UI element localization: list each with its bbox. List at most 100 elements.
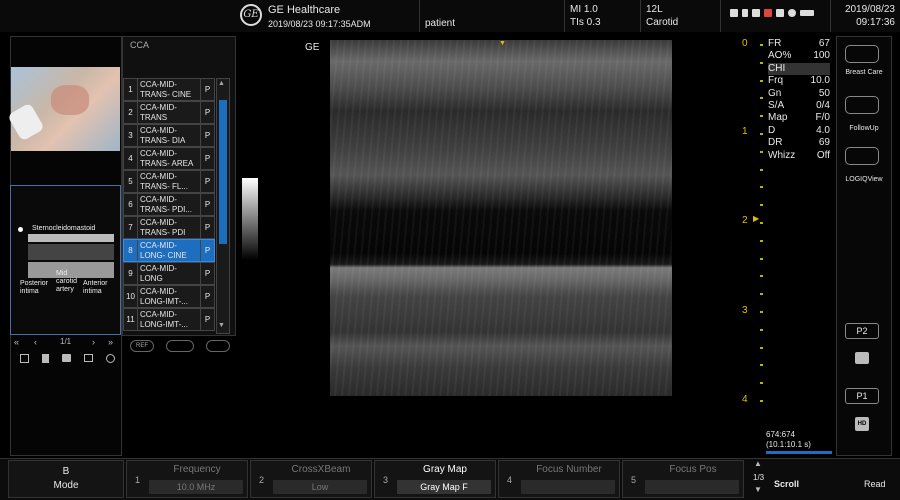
anatomy-thumbnail[interactable]: [7, 67, 120, 151]
param-value: F/0: [815, 112, 830, 124]
scroll-down-icon[interactable]: ▼: [218, 322, 225, 329]
protocol-list-item[interactable]: 5 CCA-MID-TRANS- FL... P: [123, 170, 215, 193]
depth-tick: [760, 328, 763, 331]
param-key: D: [768, 124, 776, 136]
softkey-2[interactable]: 2 CrossXBeam Low: [250, 460, 372, 498]
p1-button[interactable]: P1: [845, 388, 879, 404]
trash-icon[interactable]: [41, 353, 49, 363]
depth-label-3: 3: [742, 305, 748, 316]
exam-datetime: 2019/08/23 09:17:35ADM: [268, 19, 371, 29]
protocol-list-item[interactable]: 3 CCA-MID-TRANS- DIA P: [123, 124, 215, 147]
monitor-icon: [776, 9, 784, 17]
probe-cell[interactable]: 12L Carotid: [640, 0, 720, 32]
param-key: Frq: [768, 75, 783, 87]
probe-name: 12L: [646, 4, 663, 15]
printer-icon[interactable]: [855, 352, 869, 364]
cine-ratio: (10.1:10.1 s): [766, 440, 811, 449]
logiqview-label: LOGIQView: [845, 176, 883, 183]
wifi-icon: [752, 9, 760, 17]
ge-logo: GE: [240, 4, 262, 26]
param-key: Map: [768, 112, 788, 124]
param-row: S/A 0/4: [768, 100, 830, 112]
protocol-list-item[interactable]: 7 CCA-MID-TRANS- PDI P: [123, 216, 215, 239]
item-label: CCA-MID-TRANS- CINE: [140, 80, 192, 99]
cine-frames: 674:674: [766, 430, 795, 439]
param-key: Gn: [768, 87, 782, 99]
param-row: Gn 50: [768, 88, 830, 100]
param-key: AO%: [768, 50, 792, 62]
battery-icon: [800, 10, 814, 16]
ultrasound-speckle: [330, 40, 672, 396]
softkey-5[interactable]: 5 Focus Pos: [622, 460, 744, 498]
read-mode[interactable]: Read: [864, 479, 886, 489]
protocol-list-item[interactable]: 2 CCA-MID-TRANS P: [123, 101, 215, 124]
compare-icon[interactable]: [166, 340, 194, 352]
item-label: CCA-MID-TRANS- PDI...: [140, 195, 193, 214]
param-value: 0/4: [816, 100, 830, 112]
depth-tick: [760, 97, 763, 100]
probe-illustration: [7, 102, 45, 142]
settings-icon[interactable]: [105, 353, 115, 363]
param-key: Whizz: [768, 149, 796, 161]
protocol-list-item[interactable]: 10 CCA-MID-LONG-IMT-... P: [123, 285, 215, 308]
softkey-value: Low: [273, 480, 367, 494]
acoustic-output-cell: MI 1.0 TIs 0.3: [564, 0, 640, 32]
param-row: AO% 100: [768, 50, 830, 62]
depth-tick: [760, 382, 763, 385]
protocol-list-item[interactable]: 9 CCA-MID-LONG P: [123, 262, 215, 285]
param-value: 67: [818, 38, 830, 49]
param-row: D 4.0: [768, 125, 830, 137]
page-up-icon[interactable]: ▲: [754, 459, 762, 468]
save-hd-icon[interactable]: HD: [855, 417, 869, 431]
item-label: CCA-MID-TRANS- AREA: [140, 149, 194, 168]
folder-icon[interactable]: [83, 354, 93, 362]
next-page-button[interactable]: ›: [92, 337, 95, 347]
item-number: 7: [124, 217, 138, 238]
stop-icon[interactable]: [206, 340, 230, 352]
depth-tick: [760, 239, 763, 242]
item-flag: P: [200, 217, 214, 238]
print-icon[interactable]: [61, 354, 71, 362]
protocol-list-title: CCA: [130, 40, 150, 50]
last-page-button[interactable]: »: [108, 337, 113, 347]
softkey-1[interactable]: 1 Frequency 10.0 MHz: [126, 460, 248, 498]
ref-icon[interactable]: REF: [130, 340, 154, 352]
protocol-list-item[interactable]: 6 CCA-MID-TRANS- PDI... P: [123, 193, 215, 216]
protocol-list-item[interactable]: 8 CCA-MID-LONG- CINE P: [123, 239, 215, 262]
softkey-4[interactable]: 4 Focus Number: [498, 460, 620, 498]
softkey-number: 5: [631, 475, 637, 485]
depth-tick: [760, 204, 763, 207]
logiqview-button[interactable]: [845, 147, 879, 165]
protocol-list-item[interactable]: 1 CCA-MID-TRANS- CINE P: [123, 78, 215, 101]
item-label: CCA-MID-LONG- CINE: [140, 241, 187, 260]
protocol-list-item[interactable]: 4 CCA-MID-TRANS- AREA P: [123, 147, 215, 170]
softkey-value: [645, 480, 739, 494]
depth-tick: [760, 400, 763, 402]
softkey-value: Gray Map F: [397, 480, 491, 494]
breast-care-button[interactable]: [845, 45, 879, 63]
list-scroll-thumb[interactable]: [219, 100, 227, 244]
item-flag: P: [200, 148, 214, 169]
diagram-thumbnail[interactable]: Sternocleidomastoid Posterior intima Mid…: [10, 185, 121, 335]
item-label: CCA-MID-TRANS- FL...: [140, 172, 189, 191]
cine-progress-bar[interactable]: [766, 451, 832, 454]
depth-tick: [760, 44, 763, 46]
prev-page-button[interactable]: ‹: [34, 337, 37, 347]
patient-cell[interactable]: patient: [419, 0, 564, 32]
focus-position-icon[interactable]: ▶: [753, 214, 759, 223]
softkey-3[interactable]: 3 Gray Map Gray Map F: [374, 460, 496, 498]
protocol-list-item[interactable]: 11 CCA-MID-LONG-IMT-... P: [123, 308, 215, 331]
scroll-mode[interactable]: Scroll: [774, 479, 799, 489]
alert-icon: [764, 9, 772, 17]
diagram-marker: [18, 227, 23, 232]
first-page-button[interactable]: «: [14, 337, 19, 347]
p2-button[interactable]: P2: [845, 323, 879, 339]
page-indicator: 1/1: [60, 337, 72, 346]
scroll-up-icon[interactable]: ▲: [218, 80, 225, 87]
mode-button[interactable]: B Mode: [8, 460, 124, 498]
mi-value: MI 1.0: [570, 4, 598, 15]
page-down-icon[interactable]: ▼: [754, 485, 762, 494]
preset-name: Carotid: [646, 17, 679, 28]
followup-button[interactable]: [845, 96, 879, 114]
grid-icon[interactable]: [19, 353, 29, 363]
